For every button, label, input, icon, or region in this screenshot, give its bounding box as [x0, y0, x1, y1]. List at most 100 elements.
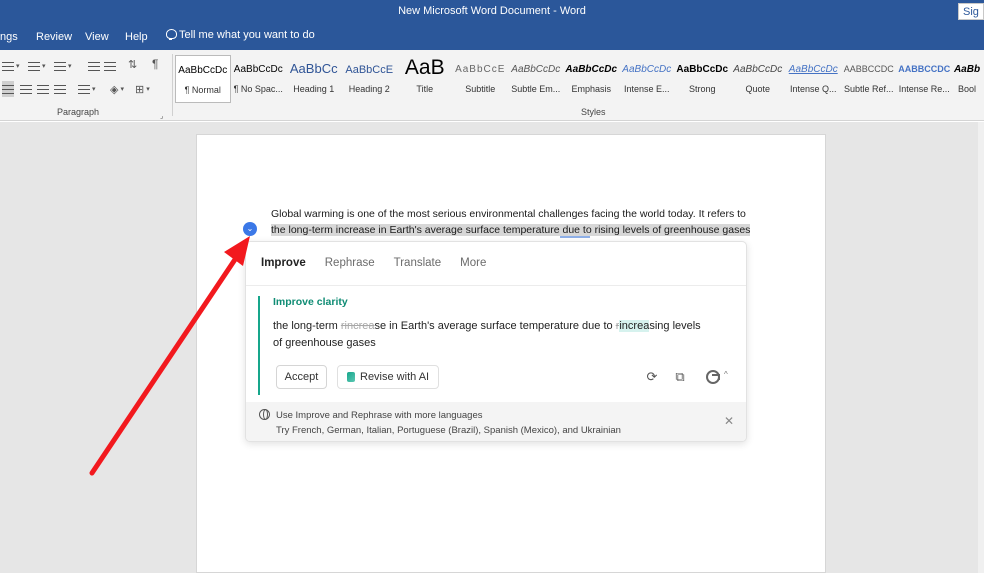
bullets-icon: [2, 61, 14, 71]
style-no-spacing[interactable]: AaBbCcDc ¶ No Spac...: [231, 55, 287, 103]
tab-translate[interactable]: Translate: [394, 257, 442, 269]
bullets-button[interactable]: ▾: [2, 58, 20, 74]
style-name: Emphasis: [571, 84, 611, 94]
chevron-up-icon[interactable]: ^: [724, 370, 728, 379]
tab-review[interactable]: Review: [36, 31, 72, 43]
style-quote[interactable]: AaBbCcDc Quote: [730, 55, 786, 103]
increase-indent-icon: [104, 61, 116, 71]
tab-view[interactable]: View: [85, 31, 109, 43]
style-name: Intense Q...: [789, 84, 837, 94]
justify-icon: [54, 84, 66, 94]
borders-button[interactable]: ⊞ ▾: [135, 81, 150, 97]
multilevel-list-icon: [54, 61, 66, 71]
decrease-indent-button[interactable]: [88, 58, 100, 74]
style-name: Heading 1: [293, 84, 335, 94]
style-sample: AABBCCDC: [898, 64, 951, 74]
style-book-title[interactable]: AaBb Bool: [952, 55, 982, 103]
line-spacing-button[interactable]: ▾: [78, 81, 96, 97]
document-text[interactable]: Global warming is one of the most seriou…: [271, 207, 751, 238]
suggestion-deletion: rincrea: [340, 320, 375, 332]
revise-with-ai-button[interactable]: Revise with AI: [337, 365, 439, 389]
close-icon[interactable]: ✕: [724, 414, 734, 428]
style-name: Heading 2: [348, 84, 390, 94]
align-right-button[interactable]: [37, 81, 49, 97]
assistant-chevron-icon[interactable]: ⌄: [243, 222, 257, 236]
style-sample: AaBbCcDc: [511, 64, 561, 75]
style-subtle-emphasis[interactable]: AaBbCcDc Subtle Em...: [508, 55, 564, 103]
sign-in-button[interactable]: Sig: [958, 3, 984, 20]
menu-bar: ngs Review View Help Tell me what you wa…: [0, 24, 984, 50]
ribbon: ▾ ▾ ▾ ⇅ ¶ ▾ ◈ ▾ ⊞ ▾ Paragraph ⌟ AaBbCcDc ¶…: [0, 50, 984, 121]
writing-assistant-card: Improve Rephrase Translate More Improve …: [245, 241, 747, 442]
style-heading-1[interactable]: AaBbCc Heading 1: [286, 55, 342, 103]
styles-group-label: Styles: [581, 107, 606, 117]
align-center-button[interactable]: [20, 81, 32, 97]
increase-indent-button[interactable]: [104, 58, 116, 74]
style-sample: AaBbCcDc: [565, 64, 618, 75]
tab-improve[interactable]: Improve: [261, 257, 306, 269]
style-name: Bool: [957, 84, 976, 94]
align-left-button[interactable]: [2, 81, 14, 97]
vertical-scrollbar[interactable]: [978, 122, 984, 573]
justify-button[interactable]: [54, 81, 66, 97]
grammarly-logo-icon[interactable]: [706, 370, 720, 384]
lightbulb-icon: [166, 29, 177, 41]
dialog-launcher-icon: ⌟: [160, 113, 164, 120]
style-sample: AaBbCcDc: [788, 64, 838, 75]
style-sample: AaBbCc: [289, 61, 338, 76]
style-name: Subtle Em...: [511, 84, 561, 94]
tab-settings[interactable]: ngs: [0, 31, 18, 43]
style-sample: AABBCCDC: [843, 64, 894, 74]
tab-help[interactable]: Help: [125, 31, 148, 43]
style-intense-quote[interactable]: AaBbCcDc Intense Q...: [786, 55, 842, 103]
suggestion-underline: [560, 236, 590, 238]
promo-title: Use Improve and Rephrase with more langu…: [276, 410, 483, 421]
style-sample: AaBb: [953, 64, 981, 75]
revise-label: Revise with AI: [360, 371, 430, 383]
ribbon-separator: [172, 54, 173, 116]
suggestion-text: the long-term rincrease in Earth's avera…: [273, 318, 733, 351]
suggestion-text-part: the long-term: [273, 320, 341, 332]
style-name: Quote: [745, 84, 771, 94]
suggestion-text-part: of greenhouse gases: [273, 336, 376, 349]
style-intense-reference[interactable]: AABBCCDC Intense Re...: [897, 55, 953, 103]
shading-button[interactable]: ◈ ▾: [110, 81, 124, 97]
style-subtitle[interactable]: AaBbCcE Subtitle: [453, 55, 509, 103]
tab-rephrase[interactable]: Rephrase: [325, 257, 375, 269]
sort-button[interactable]: ⇅: [128, 56, 137, 72]
style-intense-emphasis[interactable]: AaBbCcDc Intense E...: [619, 55, 675, 103]
tab-more[interactable]: More: [460, 257, 486, 269]
align-right-icon: [37, 84, 49, 94]
tell-me-label: Tell me what you want to do: [179, 29, 315, 41]
refresh-icon[interactable]: ⟳: [644, 369, 660, 385]
style-sample: AaB: [404, 56, 445, 79]
tell-me-search[interactable]: Tell me what you want to do: [166, 29, 315, 41]
style-sample: AaBbCcDc: [733, 64, 783, 75]
style-subtle-reference[interactable]: AABBCCDC Subtle Ref...: [841, 55, 897, 103]
accept-button[interactable]: Accept: [276, 365, 327, 389]
style-heading-2[interactable]: AaBbCcE Heading 2: [342, 55, 398, 103]
multilevel-list-button[interactable]: ▾: [54, 58, 72, 74]
style-name: ¶ No Spac...: [233, 84, 283, 94]
style-name: Intense Re...: [898, 84, 950, 94]
pilcrow-icon: ¶: [152, 57, 159, 71]
style-strong[interactable]: AaBbCcDc Strong: [675, 55, 731, 103]
paragraph-group-label: Paragraph: [57, 107, 100, 117]
line-spacing-icon: [78, 84, 90, 94]
style-normal[interactable]: AaBbCcDc ¶ Normal: [175, 55, 231, 103]
style-title[interactable]: AaB Title: [397, 55, 453, 103]
style-name: Strong: [688, 84, 716, 94]
document-line-1: Global warming is one of the most seriou…: [271, 208, 746, 220]
style-name: Subtle Ref...: [843, 84, 894, 94]
style-name: Subtitle: [465, 84, 496, 94]
copy-icon[interactable]: ⧉: [672, 369, 688, 385]
ai-sparkle-icon: [347, 372, 355, 382]
show-marks-button[interactable]: ¶: [152, 56, 158, 72]
suggestion-insertion: increa: [619, 320, 650, 332]
style-emphasis[interactable]: AaBbCcDc Emphasis: [564, 55, 620, 103]
numbering-button[interactable]: ▾: [28, 58, 46, 74]
title-bar: New Microsoft Word Document - Word Sig: [0, 0, 984, 24]
decrease-indent-icon: [88, 61, 100, 71]
assistant-tabs: Improve Rephrase Translate More: [261, 257, 486, 269]
suggestion-text-part: se in Earth's average surface temperatur…: [374, 320, 616, 332]
